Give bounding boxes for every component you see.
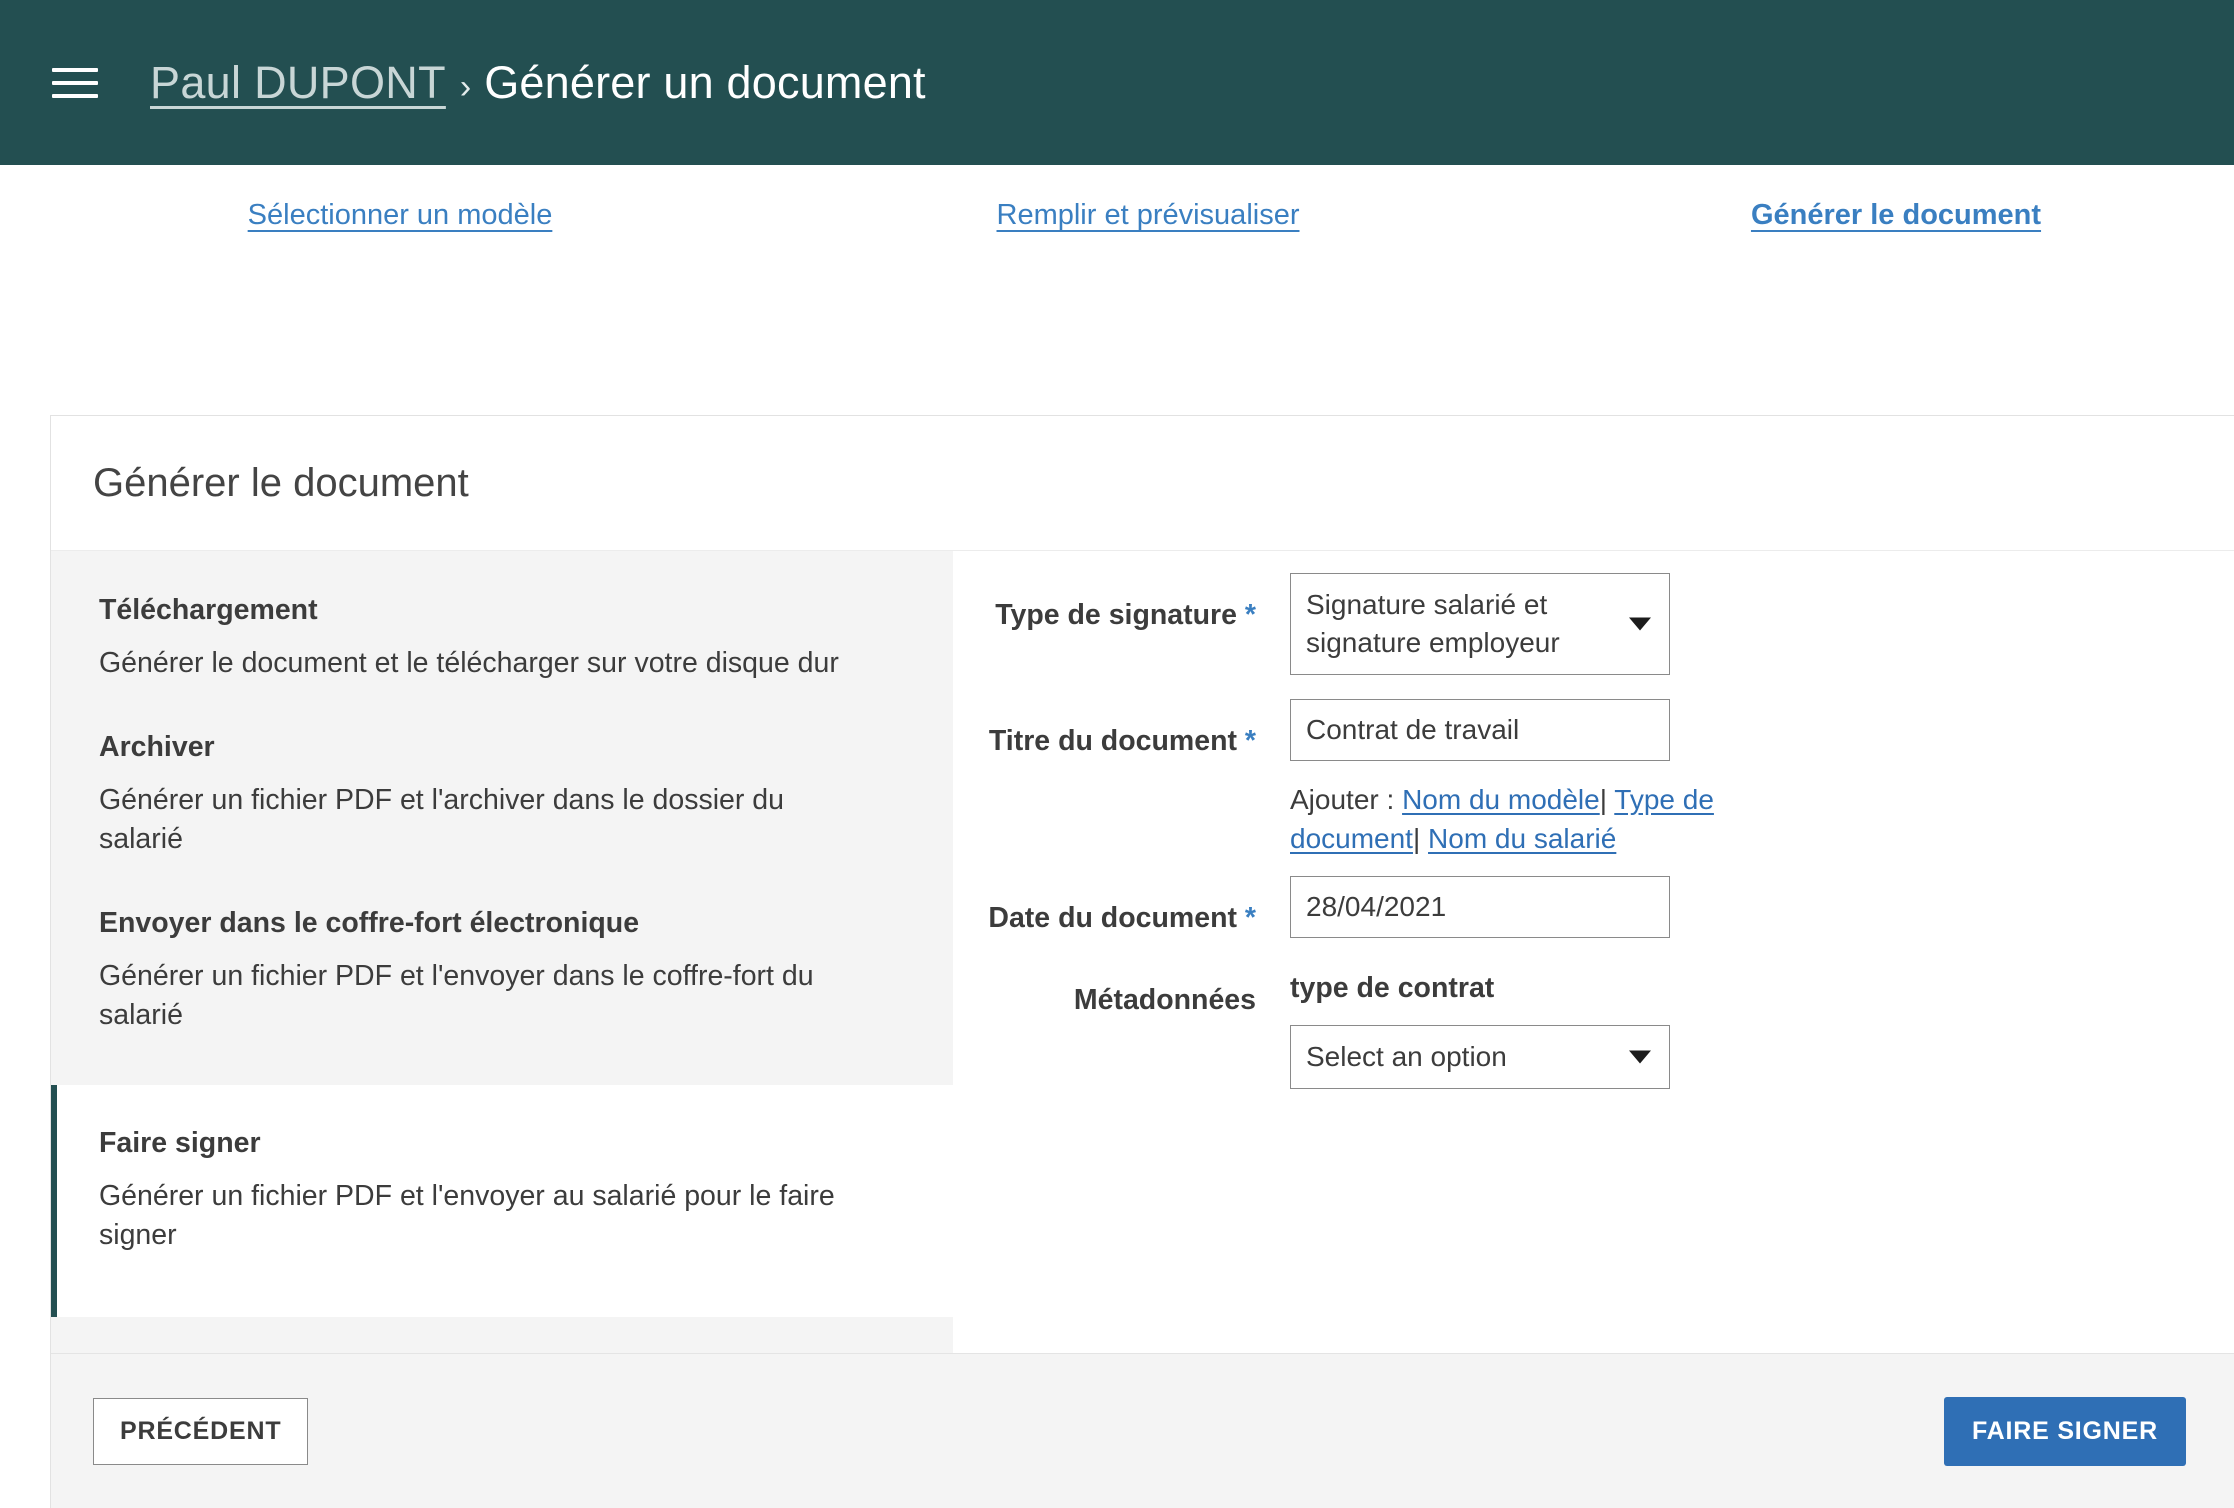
hamburger-bar: [52, 94, 98, 98]
option-title: Archiver: [99, 731, 911, 764]
document-date-value: 28/04/2021: [1306, 888, 1446, 926]
hamburger-bar: [52, 81, 98, 85]
label-text: Date du document: [988, 902, 1237, 934]
control-metadata: type de contrat Select an option: [1290, 972, 2234, 1089]
signature-type-value: Signature salarié et signature employeur: [1306, 589, 1560, 658]
step-label-fill-preview[interactable]: Remplir et prévisualiser: [997, 199, 1300, 232]
option-title: Faire signer: [99, 1127, 911, 1160]
card-footer: PRÉCÉDENT FAIRE SIGNER: [51, 1353, 2234, 1508]
metadata-type-de-contrat-select[interactable]: Select an option: [1290, 1025, 1670, 1089]
label-document-date: Date du document *: [953, 876, 1290, 938]
link-nom-du-modele[interactable]: Nom du modèle: [1402, 784, 1600, 815]
stepper-labels: Sélectionner un modèle Remplir et prévis…: [0, 165, 2234, 265]
control-document-title: Contrat de travail Ajouter : Nom du modè…: [1290, 699, 2234, 858]
form-row-document-date: Date du document * 28/04/2021: [953, 876, 2234, 938]
label-text: Titre du document: [989, 725, 1237, 757]
label-signature-type: Type de signature *: [953, 573, 1290, 635]
document-form: Type de signature * Signature salarié et…: [953, 551, 2234, 1353]
chevron-down-icon: [1629, 618, 1651, 631]
link-nom-du-salarie[interactable]: Nom du salarié: [1428, 823, 1616, 854]
step-label-select-template[interactable]: Sélectionner un modèle: [248, 199, 553, 232]
chevron-down-icon: [1629, 1051, 1651, 1064]
card-body: Téléchargement Générer le document et le…: [51, 550, 2234, 1353]
form-row-signature-type: Type de signature * Signature salarié et…: [953, 573, 2234, 675]
option-description: Générer un fichier PDF et l'envoyer dans…: [99, 957, 839, 1035]
app-header: Paul DUPONT › Générer un document: [0, 0, 2234, 165]
faire-signer-button[interactable]: FAIRE SIGNER: [1944, 1397, 2186, 1466]
previous-button[interactable]: PRÉCÉDENT: [93, 1398, 308, 1465]
required-marker: *: [1245, 902, 1256, 934]
option-title: Envoyer dans le coffre-fort électronique: [99, 907, 911, 940]
option-description: Générer le document et le télécharger su…: [99, 644, 839, 683]
breadcrumb-current: Générer un document: [484, 57, 926, 109]
document-date-input[interactable]: 28/04/2021: [1290, 876, 1670, 938]
link-separator: |: [1413, 823, 1420, 854]
document-title-input[interactable]: Contrat de travail: [1290, 699, 1670, 761]
option-description: Générer un fichier PDF et l'envoyer au s…: [99, 1177, 839, 1255]
signature-type-select[interactable]: Signature salarié et signature employeur: [1290, 573, 1670, 675]
generation-options-list: Téléchargement Générer le document et le…: [51, 551, 953, 1353]
control-document-date: 28/04/2021: [1290, 876, 2234, 938]
control-signature-type: Signature salarié et signature employeur: [1290, 573, 2234, 675]
add-placeholder-links: Ajouter : Nom du modèle| Type de documen…: [1290, 781, 1722, 858]
metadata-value: Select an option: [1306, 1041, 1507, 1072]
breadcrumb-link-parent[interactable]: Paul DUPONT: [150, 57, 446, 109]
document-title-value: Contrat de travail: [1306, 711, 1519, 749]
required-marker: *: [1245, 599, 1256, 631]
form-row-document-title: Titre du document * Contrat de travail A…: [953, 699, 2234, 858]
page-title: Générer le document: [51, 416, 2234, 550]
hamburger-menu-icon[interactable]: [52, 60, 98, 106]
link-separator: |: [1600, 784, 1607, 815]
option-coffre-fort[interactable]: Envoyer dans le coffre-fort électronique…: [51, 889, 953, 1065]
add-prefix: Ajouter :: [1290, 784, 1402, 815]
form-row-metadata: Métadonnées type de contrat Select an op…: [953, 972, 2234, 1089]
metadata-field-name: type de contrat: [1290, 972, 2234, 1005]
label-metadata: Métadonnées: [953, 972, 1290, 1020]
hamburger-bar: [52, 68, 98, 72]
label-text: Type de signature: [995, 599, 1237, 631]
option-title: Téléchargement: [99, 594, 911, 627]
option-archiver[interactable]: Archiver Générer un fichier PDF et l'arc…: [51, 713, 953, 889]
label-document-title: Titre du document *: [953, 699, 1290, 761]
required-marker: *: [1245, 725, 1256, 757]
generate-document-card: Générer le document Téléchargement Génér…: [50, 415, 2234, 1508]
breadcrumb: Paul DUPONT › Générer un document: [150, 57, 926, 109]
option-faire-signer[interactable]: Faire signer Générer un fichier PDF et l…: [51, 1085, 953, 1317]
step-label-generate-document[interactable]: Générer le document: [1751, 199, 2041, 232]
breadcrumb-separator-icon: ›: [460, 68, 471, 107]
stepper: Sélectionner un modèle Remplir et prévis…: [0, 165, 2234, 393]
option-telechargement[interactable]: Téléchargement Générer le document et le…: [51, 576, 953, 713]
option-description: Générer un fichier PDF et l'archiver dan…: [99, 781, 839, 859]
